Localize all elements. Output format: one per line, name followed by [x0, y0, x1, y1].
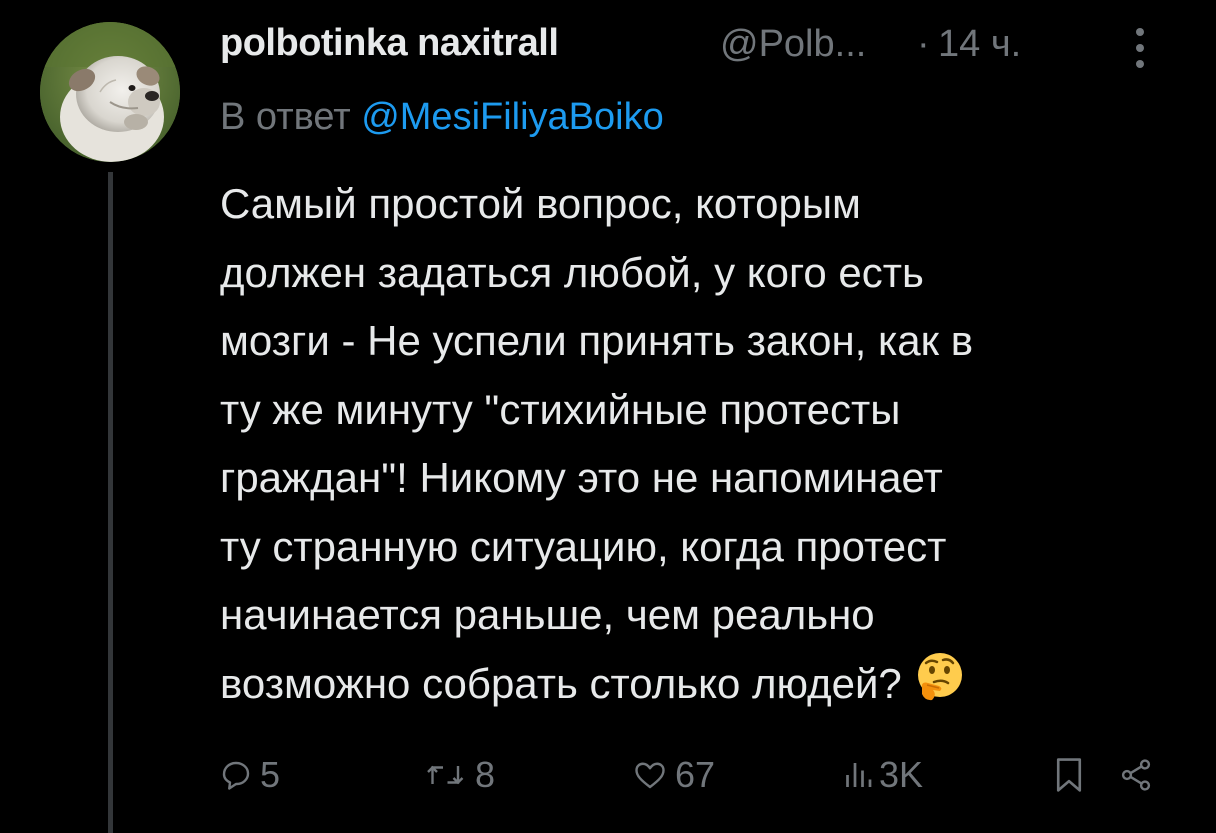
share-button[interactable]: [1118, 750, 1154, 800]
bulldog-avatar-image: [40, 22, 180, 162]
tweet-timestamp[interactable]: 14 ч.: [938, 23, 1021, 66]
tweet-header: polbotinka naxitrall @Polb... · 14 ч.: [220, 20, 1180, 70]
share-icon: [1121, 759, 1151, 791]
more-dot-icon: [1136, 44, 1144, 52]
separator-dot: ·: [917, 23, 930, 65]
more-dot-icon: [1136, 28, 1144, 36]
repost-button[interactable]: 8: [423, 750, 495, 800]
views-button[interactable]: 3K: [843, 750, 923, 800]
reply-to-line: В ответ @MesiFiliyaBoiko: [220, 96, 664, 139]
tweet-text: Самый простой вопрос, которым должен зад…: [220, 180, 974, 707]
tweet-actions-bar: 5 8 67 3K: [218, 750, 1178, 800]
heart-icon: [635, 762, 665, 789]
thinking-face-emoji-icon: [918, 652, 963, 700]
tweet: polbotinka naxitrall @Polb... · 14 ч. В …: [0, 0, 1216, 833]
views-chart-icon: [846, 763, 872, 787]
repost-count: 8: [475, 754, 496, 795]
author-name[interactable]: polbotinka naxitrall: [220, 22, 559, 65]
reply-button[interactable]: 5: [218, 750, 280, 800]
like-button[interactable]: 67: [631, 750, 715, 800]
thread-line: [108, 172, 113, 833]
more-dot-icon: [1136, 60, 1144, 68]
reply-prefix: В ответ: [220, 96, 362, 138]
avatar[interactable]: [40, 22, 180, 162]
more-options-button[interactable]: [1130, 24, 1150, 72]
tweet-body: Самый простой вопрос, которым должен зад…: [220, 170, 1200, 718]
bookmark-button[interactable]: [1053, 750, 1085, 800]
author-handle[interactable]: @Polb...: [720, 23, 866, 66]
reply-icon: [222, 761, 250, 790]
reply-count: 5: [260, 754, 281, 795]
bookmark-icon: [1056, 758, 1082, 792]
views-count: 3K: [879, 754, 924, 795]
reply-mention-link[interactable]: @MesiFiliyaBoiko: [361, 96, 664, 138]
like-count: 67: [675, 754, 716, 795]
repost-icon: [427, 765, 464, 785]
